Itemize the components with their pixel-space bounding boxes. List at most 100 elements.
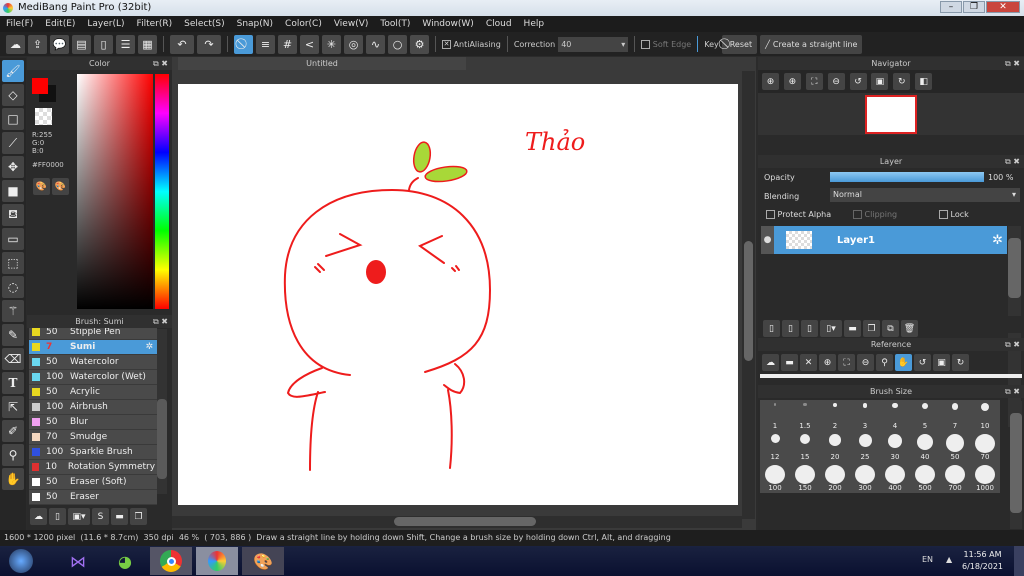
reset-button[interactable]: ⃠Reset [721, 34, 758, 54]
panel-close-icon[interactable]: ⧉ ✖ [153, 57, 168, 70]
brush-size-cell[interactable]: 700 [940, 462, 970, 493]
eyedropper-icon[interactable]: ⚲ [876, 354, 893, 371]
menu-color[interactable]: Color(C) [279, 16, 328, 32]
brush-item[interactable]: 50 Eraser (Soft) [29, 475, 157, 490]
minimize-button[interactable]: – [940, 1, 962, 13]
dot-tool-icon[interactable]: ⟋ [2, 132, 24, 154]
navigator-thumbnail[interactable] [865, 95, 917, 134]
gear-icon[interactable]: ✲ [145, 342, 153, 352]
new-brush-icon[interactable]: ▯ [49, 508, 66, 525]
page-icon[interactable]: ▯ [94, 34, 113, 54]
brush-list-scrollbar[interactable] [157, 329, 167, 494]
zoom-out-icon[interactable]: ⊖ [857, 354, 874, 371]
vertical-scrollbar[interactable] [742, 71, 755, 519]
correction-select[interactable]: 40 ▾ [558, 36, 629, 52]
gear-icon[interactable]: ✲ [992, 233, 1003, 248]
fill-rect-tool-icon[interactable]: ■ [2, 180, 24, 202]
panel-close-icon[interactable]: ⧉ ✖ [1005, 57, 1020, 70]
primary-color-swatch[interactable] [32, 78, 48, 94]
hand-tool-icon[interactable]: ✋ [2, 468, 24, 490]
snap-off-icon[interactable]: ⃠ [234, 34, 253, 54]
panel-close-icon[interactable]: ⧉ ✖ [1005, 338, 1020, 351]
menu-cloud[interactable]: Cloud [480, 16, 518, 32]
zoom-in-icon[interactable]: ⊕ [783, 73, 801, 90]
reset-rotation-icon[interactable]: ▣ [871, 73, 889, 90]
close-reference-icon[interactable]: ✕ [800, 354, 817, 371]
reset-rotation-icon[interactable]: ▣ [933, 354, 950, 371]
hand-icon[interactable]: ✋ [895, 354, 912, 371]
layer-row[interactable]: ● Layer1 ✲ [761, 226, 1007, 254]
language-indicator[interactable]: EN [922, 555, 933, 564]
transparent-color-swatch[interactable] [35, 108, 52, 125]
brush-item[interactable]: 50 Acrylic [29, 385, 157, 400]
message-icon[interactable]: ▤ [72, 34, 91, 54]
clock[interactable]: 11:56 AM 6/18/2021 [962, 549, 1003, 573]
menu-snap[interactable]: Snap(N) [231, 16, 279, 32]
text-tool-icon[interactable]: T [2, 372, 24, 394]
tray-expand-icon[interactable]: ▲ [946, 555, 952, 564]
brush-item[interactable]: 50 Blur [29, 415, 157, 430]
magic-wand-tool-icon[interactable]: ⚚ [2, 300, 24, 322]
layer-folder-icon[interactable]: ▬ [844, 320, 861, 337]
brush-size-cell[interactable]: 1000 [970, 462, 1000, 493]
antialiasing-checkbox[interactable]: ✕ [442, 39, 451, 49]
rotate-right-icon[interactable]: ↻ [893, 73, 911, 90]
delete-layer-icon[interactable]: 🗑 [901, 320, 918, 337]
move-tool-icon[interactable]: ✥ [2, 156, 24, 178]
divide-tool-icon[interactable]: ✐ [2, 420, 24, 442]
select-rect-tool-icon[interactable]: ⬚ [2, 252, 24, 274]
rotate-left-icon[interactable]: ↺ [914, 354, 931, 371]
upload-reference-icon[interactable]: ☁ [762, 354, 779, 371]
coccoc-icon[interactable]: ◕ [104, 547, 146, 575]
close-button[interactable]: ✕ [986, 1, 1020, 13]
cloud-brush-icon[interactable]: ☁ [30, 508, 47, 525]
open-reference-icon[interactable]: ▬ [781, 354, 798, 371]
radial-snap-icon[interactable]: ✳ [322, 34, 341, 54]
lock-checkbox[interactable] [939, 210, 948, 219]
eraser-tool-icon[interactable]: ◇ [2, 84, 24, 106]
eyedropper-tool-icon[interactable]: ⚲ [2, 444, 24, 466]
concentric-snap-icon[interactable]: ◎ [344, 34, 363, 54]
menu-edit[interactable]: Edit(E) [39, 16, 81, 32]
brush-size-cell[interactable]: 5 [910, 400, 940, 431]
flip-icon[interactable]: ◧ [915, 73, 933, 90]
brush-size-cell[interactable]: 100 [760, 462, 790, 493]
show-desktop-button[interactable] [1014, 546, 1024, 576]
chrome-icon[interactable] [150, 547, 192, 575]
horizontal-scrollbar[interactable] [172, 516, 742, 528]
menu-layer[interactable]: Layer(L) [81, 16, 130, 32]
new-1bit-layer-icon[interactable]: ▯ [801, 320, 818, 337]
protect-alpha-checkbox[interactable] [766, 210, 775, 219]
redo-button[interactable]: ↷ [197, 34, 221, 54]
duplicate-layer-icon[interactable]: ❐ [863, 320, 880, 337]
brush-size-cell[interactable]: 2 [820, 400, 850, 431]
shape-tool-icon[interactable]: □ [2, 108, 24, 130]
brush-size-cell[interactable]: 300 [850, 462, 880, 493]
menu-tool[interactable]: Tool(T) [374, 16, 416, 32]
brush-size-cell[interactable]: 1.5 [790, 400, 820, 431]
panel-close-icon[interactable]: ⧉ ✖ [1005, 155, 1020, 168]
menu-filter[interactable]: Filter(R) [131, 16, 179, 32]
medibang-taskbar-icon[interactable] [196, 547, 238, 575]
gradient-tool-icon[interactable]: ▭ [2, 228, 24, 250]
fit-icon[interactable]: ⛶ [805, 73, 823, 90]
brush-size-cell[interactable]: 12 [760, 431, 790, 462]
brush-size-cell[interactable]: 15 [790, 431, 820, 462]
brush-item[interactable]: 50 Watercolor [29, 355, 157, 370]
panel-close-icon[interactable]: ⧉ ✖ [153, 315, 168, 328]
brush-size-cell[interactable]: 500 [910, 462, 940, 493]
brush-size-cell[interactable]: 70 [970, 431, 1000, 462]
brush-item[interactable]: 70 Smudge [29, 430, 157, 445]
parallel-snap-icon[interactable]: ≡ [256, 34, 275, 54]
brush-size-cell[interactable]: 30 [880, 431, 910, 462]
blending-select[interactable]: Normal ▾ [830, 188, 1020, 202]
menu-help[interactable]: Help [518, 16, 551, 32]
brush-tool-icon[interactable]: 🖌 [2, 60, 24, 82]
add-layer-menu-icon[interactable]: ▯▾ [820, 320, 842, 337]
brush-size-cell[interactable]: 1 [760, 400, 790, 431]
add-brush-menu-icon[interactable]: ▣▾ [68, 508, 90, 525]
rotate-left-icon[interactable]: ↺ [849, 73, 867, 90]
circle-snap-icon[interactable]: ○ [388, 34, 407, 54]
saturation-value-picker[interactable] [77, 74, 153, 309]
brush-size-scrollbar[interactable] [1010, 401, 1022, 529]
